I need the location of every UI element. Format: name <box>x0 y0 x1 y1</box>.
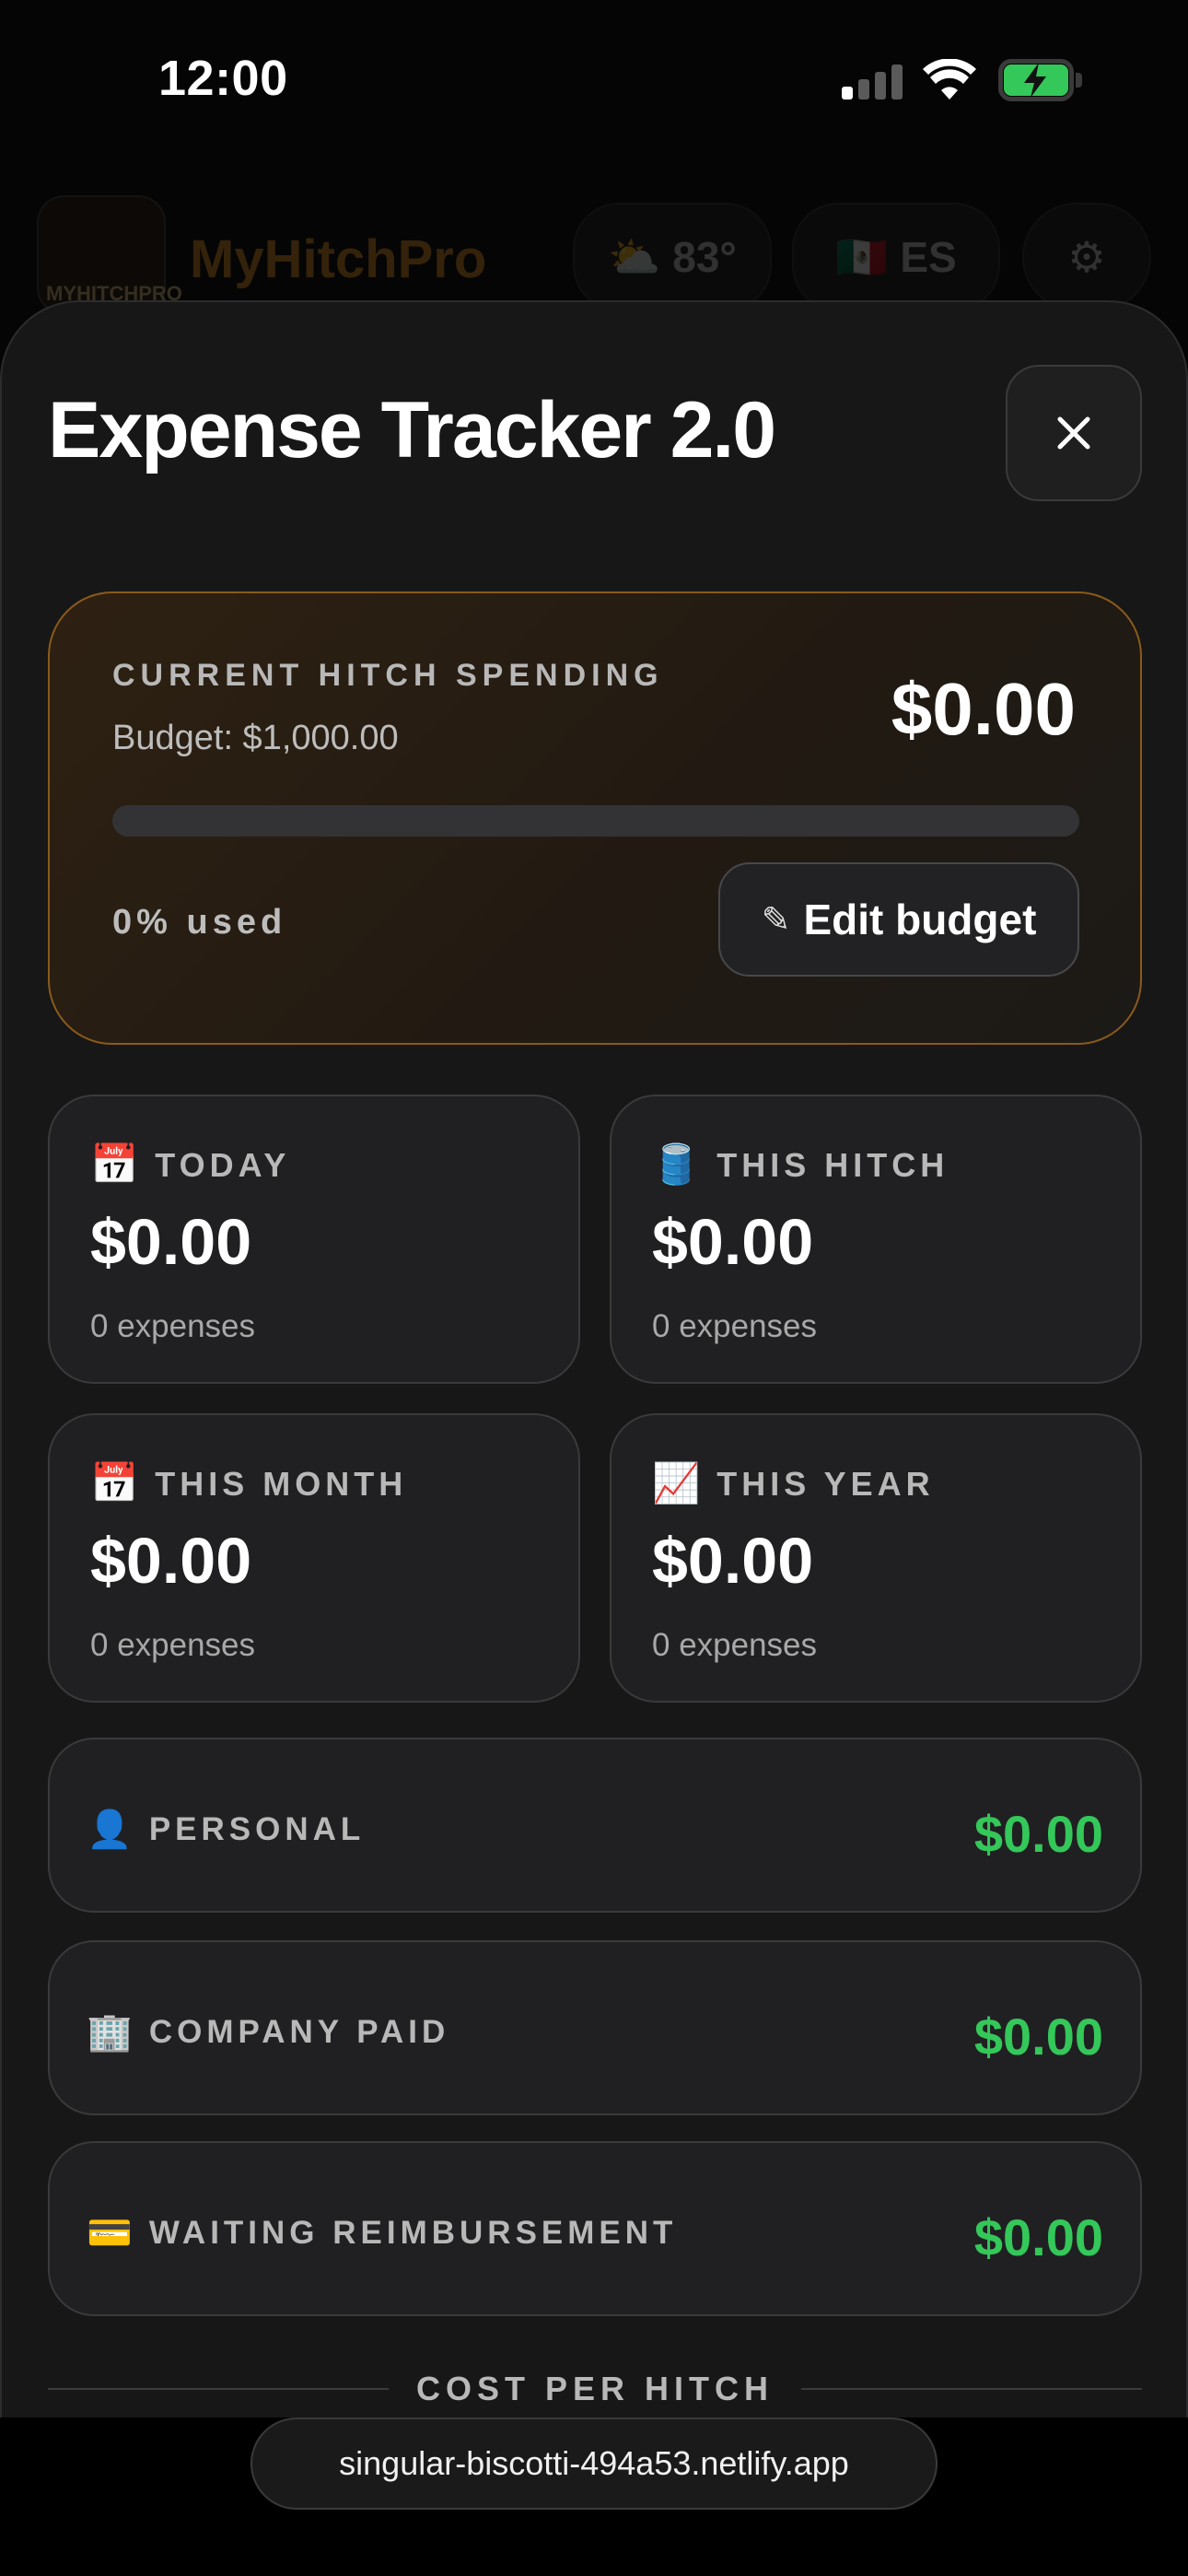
status-bar: 12:00 <box>0 0 1188 166</box>
category-personal[interactable]: 👤 PERSONAL $0.00 <box>48 1738 1142 1913</box>
stat-count: 0 expenses <box>90 1627 256 1663</box>
stat-count: 0 expenses <box>652 1627 818 1663</box>
oil-barrel-icon: 🛢️ <box>652 1142 701 1186</box>
stat-card-this-month: 📅 THIS MONTH $0.00 0 expenses <box>48 1413 580 1703</box>
stat-card-this-year: 📈 THIS YEAR $0.00 0 expenses <box>610 1413 1142 1703</box>
screen: 12:00 MYHITCHPRO MyHitchPro ⛅ 83° 🇲🇽 ES … <box>0 0 1188 2576</box>
modal-title: Expense Tracker 2.0 <box>48 386 776 474</box>
category-company-paid[interactable]: 🏢 COMPANY PAID $0.00 <box>48 1940 1142 2115</box>
expense-tracker-sheet: Expense Tracker 2.0 CURRENT HITCH SPENDI… <box>0 300 1188 2419</box>
app-name: MyHitchPro <box>190 229 487 289</box>
sun-cloud-icon: ⛅ <box>608 232 673 281</box>
wifi-icon <box>923 59 976 100</box>
app-logo: MYHITCHPRO <box>37 195 182 315</box>
cost-per-hitch-header: COST PER HITCH <box>48 2362 1142 2418</box>
credit-card-icon: 💳 <box>87 2213 133 2254</box>
browser-bottom-bar: singular-biscotti-494a53.netlify.app <box>0 2418 1188 2576</box>
budget-limit: Budget: $1,000.00 <box>112 719 399 757</box>
budget-progress-bar <box>112 805 1079 837</box>
category-label: COMPANY PAID <box>148 2013 450 2050</box>
stat-value: $0.00 <box>90 1525 252 1597</box>
address-bar[interactable]: singular-biscotti-494a53.netlify.app <box>250 2418 938 2510</box>
category-label: WAITING REIMBURSEMENT <box>148 2214 678 2251</box>
person-icon: 👤 <box>87 1809 133 1850</box>
stat-label: THIS MONTH <box>155 1464 408 1503</box>
battery-charging-icon <box>998 59 1083 101</box>
calendar-icon: 📅 <box>90 1461 139 1505</box>
stat-card-today: 📅 TODAY $0.00 0 expenses <box>48 1095 580 1384</box>
stat-value: $0.00 <box>90 1206 252 1278</box>
category-waiting-reimbursement[interactable]: 💳 WAITING REIMBURSEMENT $0.00 <box>48 2141 1142 2316</box>
stat-card-this-hitch: 🛢️ THIS HITCH $0.00 0 expenses <box>610 1095 1142 1384</box>
stat-label: TODAY <box>155 1145 291 1184</box>
language-code: ES <box>900 233 957 281</box>
edit-budget-button[interactable]: ✎ Edit budget <box>718 862 1079 977</box>
stat-count: 0 expenses <box>90 1308 256 1344</box>
close-button[interactable] <box>1006 365 1142 501</box>
calendar-icon: 📅 <box>90 1142 139 1186</box>
mexico-flag-icon: 🇲🇽 <box>835 232 901 281</box>
budget-label: CURRENT HITCH SPENDING <box>112 658 664 693</box>
gear-icon: ⚙ <box>1022 203 1151 311</box>
language-pill: 🇲🇽 ES <box>792 203 1000 311</box>
stat-value: $0.00 <box>652 1206 814 1278</box>
category-label: PERSONAL <box>148 1810 366 1847</box>
weather-pill: ⛅ 83° <box>573 203 772 311</box>
category-amount: $0.00 <box>973 2208 1103 2266</box>
budget-spent-amount: $0.00 <box>891 668 1076 750</box>
edit-budget-label: Edit budget <box>803 896 1037 943</box>
section-title: COST PER HITCH <box>415 2370 774 2407</box>
category-amount: $0.00 <box>973 1805 1103 1863</box>
stat-label: THIS HITCH <box>716 1145 949 1184</box>
budget-card: CURRENT HITCH SPENDING Budget: $1,000.00… <box>48 591 1142 1045</box>
stat-count: 0 expenses <box>652 1308 818 1344</box>
stat-value: $0.00 <box>652 1525 814 1597</box>
office-building-icon: 🏢 <box>87 2012 133 2053</box>
cellular-signal-icon <box>842 64 904 100</box>
pencil-icon: ✎ <box>761 900 791 940</box>
status-time: 12:00 <box>158 51 288 106</box>
chart-increasing-icon: 📈 <box>652 1461 701 1505</box>
stat-label: THIS YEAR <box>716 1464 935 1503</box>
category-amount: $0.00 <box>973 2008 1103 2066</box>
close-icon <box>1057 416 1090 450</box>
weather-temp: 83° <box>672 233 737 281</box>
budget-used-text: 0% used <box>112 903 287 942</box>
